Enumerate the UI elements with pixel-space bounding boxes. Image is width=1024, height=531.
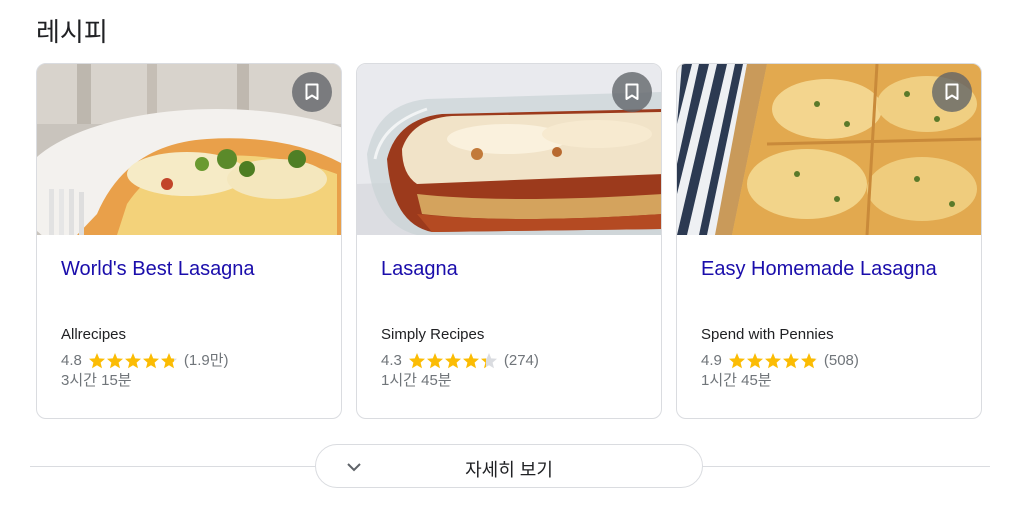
recipe-card[interactable]: Easy Homemade Lasagna Spend with Pennies… <box>676 63 982 419</box>
show-more-row: 자세히 보기 <box>30 444 990 490</box>
recipe-carousel: World's Best Lasagna Allrecipes 4.8 (1.9… <box>36 63 982 419</box>
star-icon <box>444 353 461 369</box>
recipe-card[interactable]: Lasagna Simply Recipes 4.3 (274) 1시간 45분 <box>356 63 662 419</box>
star-icon <box>764 353 781 369</box>
recipe-rating: 4.8 (1.9만) <box>61 351 317 371</box>
star-icon <box>462 353 479 369</box>
star-icon <box>480 353 497 369</box>
cook-time: 1시간 45분 <box>381 372 452 389</box>
star-icon <box>160 353 177 369</box>
section-title: 레시피 <box>36 17 108 47</box>
bookmark-icon <box>945 83 959 100</box>
show-more-label: 자세히 보기 <box>465 460 553 480</box>
save-recipe-button[interactable] <box>612 72 652 112</box>
rating-value: 4.8 <box>61 352 82 369</box>
star-icon <box>106 353 123 369</box>
star-icon <box>728 353 745 369</box>
star-icon <box>800 353 817 369</box>
review-count: (1.9만) <box>183 352 229 369</box>
recipe-source: Allrecipes <box>61 326 127 343</box>
recipe-thumbnail[interactable] <box>677 64 981 235</box>
bookmark-icon <box>625 83 639 100</box>
rating-value: 4.3 <box>381 352 402 369</box>
rating-value: 4.9 <box>701 352 722 369</box>
save-recipe-button[interactable] <box>292 72 332 112</box>
recipe-title-link[interactable]: World's Best Lasagna <box>61 257 317 281</box>
recipe-source: Spend with Pennies <box>701 326 834 343</box>
show-more-button[interactable]: 자세히 보기 <box>315 444 703 488</box>
recipe-title-link[interactable]: Lasagna <box>381 257 637 281</box>
star-rating <box>408 352 498 370</box>
star-icon <box>124 353 141 369</box>
star-icon <box>426 353 443 369</box>
recipe-rating: 4.3 (274) <box>381 351 637 371</box>
star-icon <box>782 353 799 369</box>
save-recipe-button[interactable] <box>932 72 972 112</box>
review-count: (274) <box>503 352 539 369</box>
bookmark-icon <box>305 83 319 100</box>
recipe-source: Simply Recipes <box>381 326 485 343</box>
recipe-thumbnail[interactable] <box>357 64 661 235</box>
recipe-card[interactable]: World's Best Lasagna Allrecipes 4.8 (1.9… <box>36 63 342 419</box>
star-icon <box>408 353 425 369</box>
star-icon <box>88 353 105 369</box>
review-count: (508) <box>823 352 859 369</box>
recipe-thumbnail[interactable] <box>37 64 341 235</box>
star-icon <box>142 353 159 369</box>
star-rating <box>88 352 178 370</box>
cook-time: 3시간 15분 <box>61 372 132 389</box>
star-rating <box>728 352 818 370</box>
cook-time: 1시간 45분 <box>701 372 772 389</box>
recipe-title-link[interactable]: Easy Homemade Lasagna <box>701 257 957 281</box>
recipe-rating: 4.9 (508) <box>701 351 957 371</box>
star-icon <box>746 353 763 369</box>
